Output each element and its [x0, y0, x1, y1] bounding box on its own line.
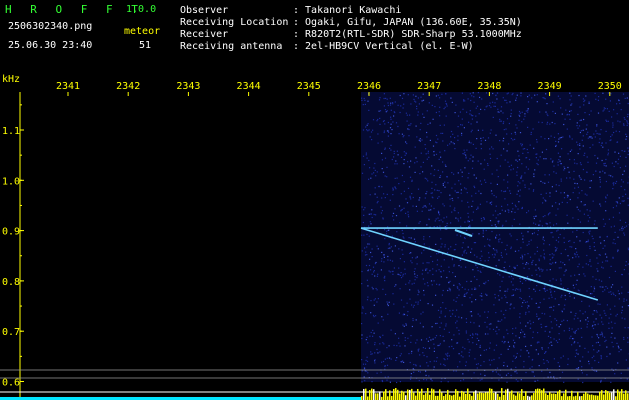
x-tick-label: 2349 — [538, 81, 562, 92]
y-tick-label: 0.6 — [2, 378, 20, 389]
x-tick-label: 2341 — [56, 81, 80, 92]
spectrogram: 2341 2342 2343 2344 2345 2346 2347 2348 2349 2350… — [0, 81, 629, 400]
x-tick-label: 2348 — [477, 81, 501, 92]
x-tick-label: 2346 — [357, 81, 381, 92]
x-tick-label: 2343 — [176, 81, 200, 92]
x-tick-label: 2347 — [417, 81, 441, 92]
y-tick-label: 0.7 — [2, 327, 20, 338]
x-tick-label: 2345 — [297, 81, 321, 92]
level-bars — [361, 388, 629, 400]
y-tick-label: 1.0 — [2, 176, 20, 187]
y-tick-label: 0.8 — [2, 277, 20, 288]
y-tick-label: 0.9 — [2, 227, 20, 238]
x-tick-label: 2342 — [116, 81, 140, 92]
x-tick-label: 2344 — [237, 81, 261, 92]
data-region — [361, 92, 629, 382]
y-tick-label: 1.1 — [2, 126, 20, 137]
x-tick-label: 2350 — [598, 81, 622, 92]
